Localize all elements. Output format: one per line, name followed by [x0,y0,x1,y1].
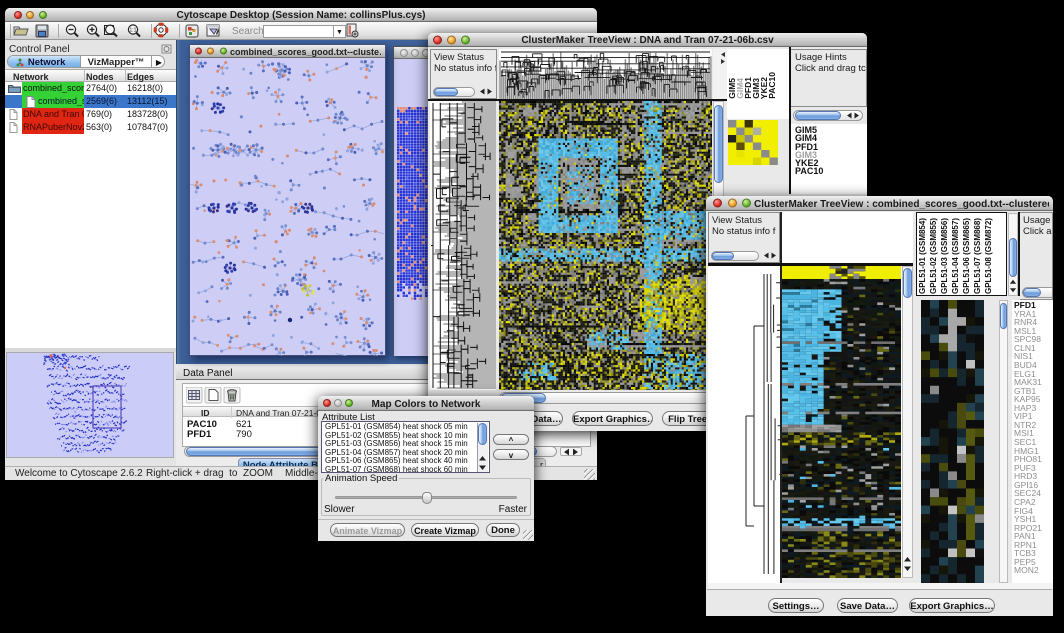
svg-text:1:1: 1:1 [130,28,137,34]
